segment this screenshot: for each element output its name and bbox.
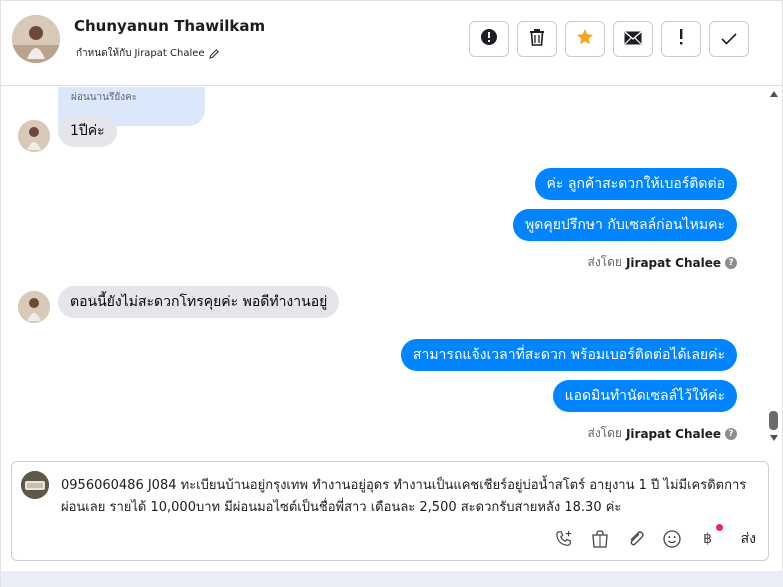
exclamation-icon (678, 29, 684, 49)
contact-name[interactable]: Chunyanun Thawilkam (74, 17, 265, 35)
help-icon[interactable]: ? (725, 427, 737, 440)
star-button[interactable] (565, 21, 605, 57)
check-icon (721, 30, 737, 49)
sent-by-label: ส่งโดย Jirapat Chalee ? (587, 253, 737, 272)
scroll-down-arrow-icon[interactable] (770, 435, 778, 441)
paperclip-icon[interactable] (627, 530, 645, 548)
delete-button[interactable] (517, 21, 557, 57)
shopping-bag-icon[interactable] (591, 530, 609, 548)
scroll-up-arrow-icon[interactable] (770, 91, 778, 97)
scroll-thumb[interactable] (769, 411, 778, 430)
star-icon (576, 28, 594, 50)
alert-circle-icon (480, 28, 498, 50)
notification-dot (715, 524, 723, 531)
message-thread[interactable]: ผ่อนนานรึยังคะ 1ปีค่ะ ค่ะ ลูกค้าสะดวกให้… (1, 87, 767, 449)
incoming-message[interactable]: 1ปีค่ะ (58, 115, 117, 147)
help-icon[interactable]: ? (725, 256, 737, 269)
contact-avatar-small[interactable] (18, 120, 50, 152)
quoted-message-text: ผ่อนนานรึยังคะ (71, 92, 138, 103)
conversation-header: Chunyanun Thawilkam กำหนดให้กับ Jirapat … (1, 1, 782, 86)
assign-prefix: กำหนดให้กับ (76, 48, 132, 59)
outgoing-message[interactable]: พูดคุยปรึกษา กับเซลล์ก่อนไหมคะ (513, 209, 737, 241)
assignee-name[interactable]: Jirapat Chalee (134, 48, 204, 59)
attached-image-thumbnail[interactable] (21, 471, 49, 499)
send-button[interactable]: ส่ง (741, 528, 756, 550)
trash-icon (529, 28, 545, 50)
mark-done-button[interactable] (709, 21, 749, 57)
sent-by-prefix: ส่งโดย (587, 255, 622, 269)
sent-by-label: ส่งโดย Jirapat Chalee ? (587, 424, 737, 443)
outgoing-message[interactable]: สามารถแจ้งเวลาที่สะดวก พร้อมเบอร์ติดต่อไ… (400, 339, 737, 371)
outgoing-message[interactable]: ค่ะ ลูกค้าสะดวกให้เบอร์ติดต่อ (534, 168, 737, 200)
composer-input[interactable]: 0956060486 J084 ทะเบียนบ้านอยู่กรุงเทพ ท… (61, 475, 761, 519)
conversation-window: Chunyanun Thawilkam กำหนดให้กับ Jirapat … (0, 0, 783, 587)
call-icon[interactable] (555, 530, 573, 548)
incoming-message[interactable]: ตอนนี้ยังไม่สะดวกโทรคุยค่ะ พอดีทำงานอยู่ (58, 286, 340, 318)
contact-avatar-small[interactable] (18, 291, 50, 323)
assignment-row[interactable]: กำหนดให้กับ Jirapat Chalee (76, 46, 220, 61)
sent-by-prefix: ส่งโดย (587, 426, 622, 440)
message-composer[interactable]: 0956060486 J084 ทะเบียนบ้านอยู่กรุงเทพ ท… (11, 461, 769, 561)
baht-symbol: ฿ (703, 531, 713, 547)
emoji-icon[interactable] (662, 530, 681, 548)
pencil-icon[interactable] (208, 48, 220, 60)
outgoing-message[interactable]: แอดมินทำนัดเซลล์ไว้ให้ค่ะ (552, 380, 737, 412)
sent-by-agent: Jirapat Chalee (625, 426, 721, 441)
header-actions (469, 21, 749, 57)
bottom-strip (1, 571, 783, 587)
follow-up-button[interactable] (661, 21, 701, 57)
payment-baht-icon[interactable]: ฿ (699, 524, 723, 548)
spam-button[interactable] (469, 21, 509, 57)
sent-by-agent: Jirapat Chalee (625, 255, 721, 270)
envelope-icon (624, 30, 642, 49)
composer-toolbar: ฿ ส่ง (555, 524, 756, 550)
mark-unread-button[interactable] (613, 21, 653, 57)
contact-avatar[interactable] (12, 15, 60, 63)
thread-scrollbar[interactable] (767, 87, 782, 449)
